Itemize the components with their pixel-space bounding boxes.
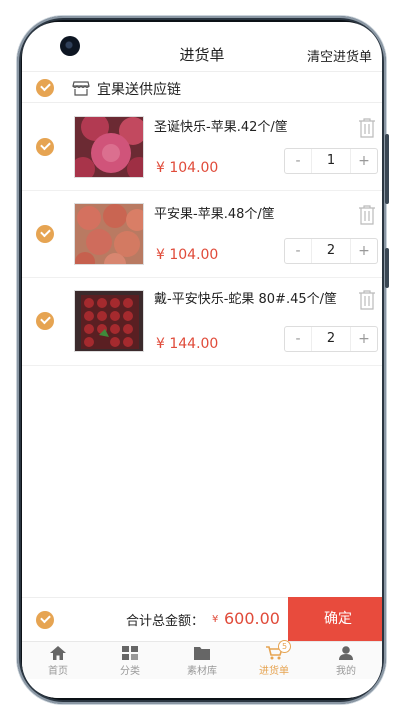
tab-label: 进货单 (259, 666, 289, 677)
tab-label: 我的 (336, 666, 356, 677)
category-icon (122, 646, 138, 660)
checkout-bar: 合计总金额： ¥ 600.00 确定 (22, 597, 382, 642)
increase-button[interactable]: + (351, 239, 377, 263)
tab-label: 素材库 (187, 666, 217, 677)
item-check-icon[interactable] (36, 138, 54, 156)
quantity-value[interactable]: 2 (311, 327, 351, 351)
confirm-button[interactable]: 确定 (288, 597, 382, 642)
quantity-value[interactable]: 1 (311, 149, 351, 173)
quantity-stepper: - 1 + (284, 148, 378, 174)
shop-icon (72, 81, 90, 96)
cart-item: 圣诞快乐-苹果.42个/筐 ¥ 104.00 - 1 + (22, 104, 382, 191)
product-image[interactable] (74, 290, 144, 352)
increase-button[interactable]: + (351, 327, 377, 351)
product-name: 圣诞快乐-苹果.42个/筐 (154, 120, 288, 135)
decrease-button[interactable]: - (285, 239, 311, 263)
tab-label: 分类 (120, 666, 140, 677)
total-label: 合计总金额： (126, 614, 205, 629)
folder-icon (194, 647, 210, 660)
product-image[interactable] (74, 116, 144, 178)
trash-icon[interactable] (358, 205, 376, 225)
trash-icon[interactable] (358, 118, 376, 138)
increase-button[interactable]: + (351, 149, 377, 173)
app-screen: 进货单 清空进货单 宜果送供应链 圣诞快乐-苹果.42个/筐 ¥ 104.00 (22, 22, 382, 698)
user-icon (339, 646, 353, 660)
tab-profile[interactable]: 我的 (310, 642, 382, 679)
tab-home[interactable]: 首页 (22, 642, 94, 679)
tab-bar: 首页 分类 素材库 5 进货单 我的 (22, 640, 382, 679)
product-name: 平安果-苹果.48个/筐 (154, 207, 275, 222)
currency-symbol: ¥ (212, 614, 219, 625)
product-price: ¥ 144.00 (156, 336, 219, 352)
product-image[interactable] (74, 203, 144, 265)
item-check-icon[interactable] (36, 225, 54, 243)
cart-item: 平安果-苹果.48个/筐 ¥ 104.00 - 2 + (22, 191, 382, 278)
tab-cart[interactable]: 5 进货单 (238, 640, 310, 679)
trash-icon[interactable] (358, 290, 376, 310)
cart-item: 戴-平安快乐-蛇果 80#.45个/筐 ¥ 144.00 - 2 + (22, 278, 382, 366)
total-amount: 600.00 (224, 609, 280, 628)
tab-materials[interactable]: 素材库 (166, 642, 238, 679)
product-name: 戴-平安快乐-蛇果 80#.45个/筐 (154, 292, 338, 307)
select-all-check-icon[interactable] (36, 611, 54, 629)
item-check-icon[interactable] (36, 312, 54, 330)
product-price: ¥ 104.00 (156, 247, 219, 263)
supplier-name: 宜果送供应链 (97, 82, 181, 98)
product-price: ¥ 104.00 (156, 160, 219, 176)
decrease-button[interactable]: - (285, 149, 311, 173)
supplier-row: 宜果送供应链 (22, 73, 382, 103)
bottom-area (22, 679, 382, 698)
quantity-value[interactable]: 2 (311, 239, 351, 263)
cart-count-badge: 5 (278, 640, 291, 653)
decrease-button[interactable]: - (285, 327, 311, 351)
tab-label: 首页 (48, 666, 68, 677)
header: 进货单 清空进货单 (22, 22, 382, 72)
clear-cart-button[interactable]: 清空进货单 (307, 46, 372, 65)
tab-category[interactable]: 分类 (94, 642, 166, 679)
home-icon (50, 646, 66, 660)
quantity-stepper: - 2 + (284, 238, 378, 264)
quantity-stepper: - 2 + (284, 326, 378, 352)
supplier-check-icon[interactable] (36, 79, 54, 97)
